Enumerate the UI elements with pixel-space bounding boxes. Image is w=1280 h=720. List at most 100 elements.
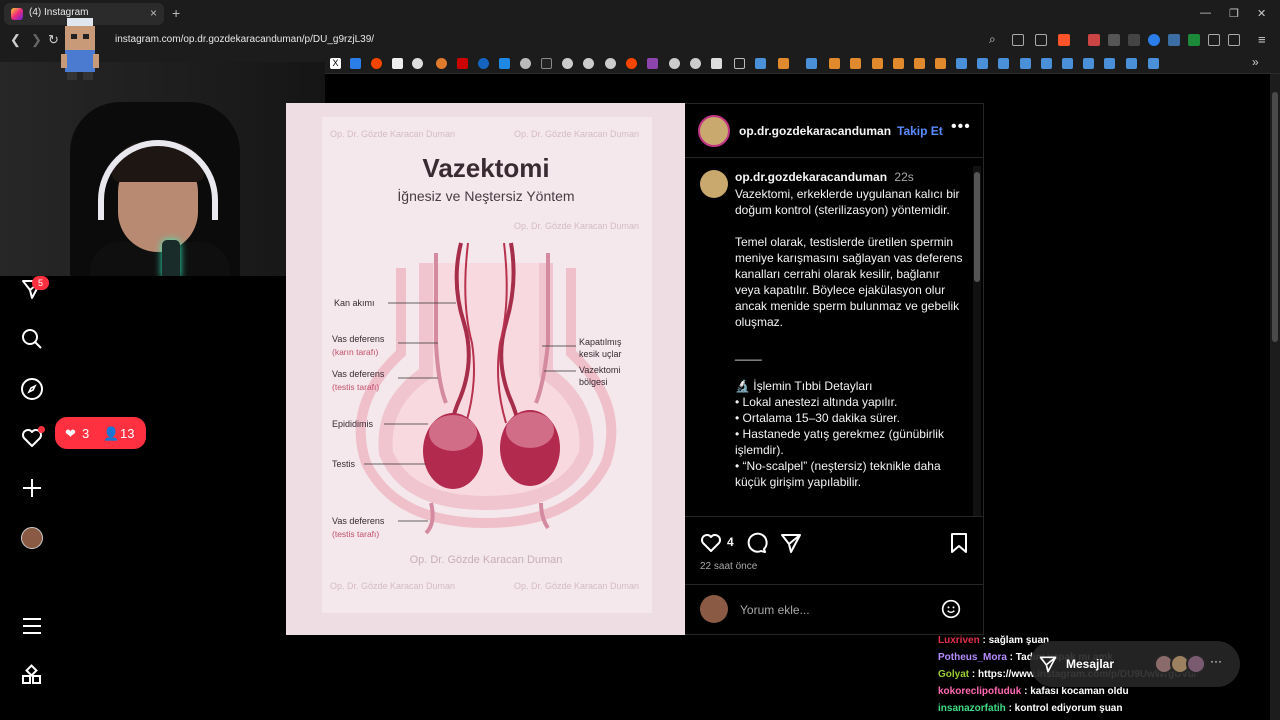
like-count[interactable]: 4 (727, 535, 734, 549)
author-avatar[interactable] (698, 115, 730, 147)
zoom-icon[interactable]: ⌕ (989, 32, 996, 47)
bookmark-icon[interactable] (647, 58, 658, 69)
bookmark-icon[interactable] (436, 58, 447, 69)
comment-icon[interactable] (744, 531, 768, 555)
activity-notification-pill[interactable]: ❤ 3 👤 13 (55, 417, 146, 449)
search-icon[interactable] (20, 327, 44, 351)
label-kesik-uclar: kesik uçlar (579, 349, 622, 359)
bookmark-icon[interactable] (605, 58, 616, 69)
caption-username[interactable]: op.dr.gozdekaracanduman (735, 170, 887, 184)
vasectomy-infographic: Op. Dr. Gözde Karacan Duman Op. Dr. Gözd… (286, 103, 685, 635)
bookmark-icon[interactable] (499, 58, 510, 69)
bookmark-icon[interactable] (626, 58, 637, 69)
author-username[interactable]: op.dr.gozdekaracanduman (739, 124, 891, 138)
share-icon[interactable] (779, 531, 803, 555)
bookmark-steam-icon[interactable] (1083, 58, 1094, 69)
page-scrollbar[interactable] (1270, 74, 1280, 720)
back-icon[interactable]: ❮ (10, 32, 21, 48)
bookmark-icon[interactable] (690, 58, 701, 69)
post-image[interactable]: Op. Dr. Gözde Karacan Duman Op. Dr. Gözd… (286, 103, 685, 635)
forward-icon[interactable]: ❯ (31, 32, 42, 48)
bookmark-steam-icon[interactable] (1020, 58, 1031, 69)
bookmark-steam-icon[interactable] (956, 58, 967, 69)
emoji-icon[interactable] (941, 599, 961, 619)
brave-shield-icon[interactable] (1058, 34, 1070, 46)
bookmark-icon[interactable] (541, 58, 552, 69)
comment-input[interactable]: Yorum ekle... (740, 603, 810, 617)
extension-icon[interactable] (1088, 34, 1100, 46)
extension-icon[interactable] (1188, 34, 1200, 46)
bookmark-icon[interactable] (669, 58, 680, 69)
bookmark-steam-icon[interactable] (755, 58, 766, 69)
minimize-icon[interactable]: — (1200, 7, 1211, 19)
bookmark-icon[interactable] (850, 58, 861, 69)
watermark: Op. Dr. Gözde Karacan Duman (514, 221, 639, 231)
post-caption: Vazektomi, erkeklerde uygulanan kalıcı b… (735, 186, 965, 490)
bookmark-icon[interactable] (457, 58, 468, 69)
close-tab-icon[interactable]: × (150, 6, 157, 20)
bookmark-icon[interactable] (562, 58, 573, 69)
bookmark-steam-icon[interactable] (1041, 58, 1052, 69)
plus-icon[interactable] (20, 476, 44, 500)
bookmark-icon[interactable] (412, 58, 423, 69)
bookmark-steam-icon[interactable] (1126, 58, 1137, 69)
bookmark-icon[interactable] (935, 58, 946, 69)
microphone-icon (162, 240, 180, 276)
bookmark-icon[interactable] (829, 58, 840, 69)
label-vas-testis: Vas deferens (332, 369, 385, 379)
explore-icon[interactable] (20, 377, 44, 401)
browser-menu-icon[interactable]: ≡ (1258, 32, 1266, 47)
person-icon: 👤 (103, 426, 120, 441)
extension-icon[interactable] (1148, 34, 1160, 46)
bookmark-icon[interactable] (778, 58, 789, 69)
profile-avatar[interactable] (21, 527, 43, 549)
extension-icon[interactable] (1128, 34, 1140, 46)
url-field[interactable]: instagram.com/op.dr.gozdekaracanduman/p/… (115, 34, 374, 45)
new-tab-icon[interactable]: + (172, 5, 180, 21)
restore-icon[interactable]: ❐ (1229, 7, 1239, 20)
share-page-icon[interactable] (1035, 34, 1047, 46)
bookmark-icon[interactable] (350, 58, 361, 69)
extensions-puzzle-icon[interactable] (1208, 34, 1220, 46)
window-close-icon[interactable]: ✕ (1257, 7, 1266, 20)
chat-username: kokoreclipofuduk (938, 686, 1022, 697)
bookmark-icon[interactable] (947, 531, 971, 555)
more-icon[interactable]: ••• (951, 118, 971, 136)
bookmark-x-icon[interactable]: X (330, 58, 341, 69)
bookmark-icon[interactable] (520, 58, 531, 69)
bookmark-steam-icon[interactable] (977, 58, 988, 69)
extension-icon[interactable] (1108, 34, 1120, 46)
follow-button[interactable]: Takip Et (897, 124, 943, 138)
label-vas-bottom-sub: (testis tarafı) (332, 529, 379, 539)
sidebar-toggle-icon[interactable] (1228, 34, 1240, 46)
caption-avatar[interactable] (700, 170, 728, 198)
post-header: op.dr.gozdekaracanduman Takip Et ••• (685, 104, 984, 158)
bookmark-folder-icon[interactable] (734, 58, 745, 69)
apps-icon[interactable] (20, 664, 44, 688)
label-vas-karin-sub: (karın tarafı) (332, 347, 378, 357)
chat-username: Golyat (938, 669, 970, 680)
caption-scrollbar[interactable] (973, 166, 981, 516)
notifications-badge: 5 (32, 276, 49, 290)
bookmark-steam-icon[interactable] (1148, 58, 1159, 69)
bookmark-icon[interactable] (478, 58, 489, 69)
bookmark-icon[interactable] (583, 58, 594, 69)
bookmark-icon[interactable] (893, 58, 904, 69)
bookmark-icon[interactable] (914, 58, 925, 69)
bookmark-icon[interactable] (872, 58, 883, 69)
caption-text: Vazektomi, erkeklerde uygulanan kalıcı b… (735, 187, 963, 489)
bookmark-icon[interactable] (392, 58, 403, 69)
extension-icon[interactable] (1168, 34, 1180, 46)
activity-follows-count: 13 (120, 426, 135, 441)
menu-icon[interactable] (20, 614, 44, 638)
like-heart-icon[interactable] (699, 531, 723, 555)
messages-button[interactable]: Mesajlar ··· (1030, 641, 1240, 687)
bookmark-steam-icon[interactable] (1104, 58, 1115, 69)
more-bookmarks-icon[interactable]: » (1252, 55, 1259, 69)
bookmark-reddit-icon[interactable] (371, 58, 382, 69)
bookmark-steam-icon[interactable] (1062, 58, 1073, 69)
bookmark-steam-icon[interactable] (806, 58, 817, 69)
cast-icon[interactable] (1012, 34, 1024, 46)
bookmark-icon[interactable] (711, 58, 722, 69)
bookmark-steam-icon[interactable] (998, 58, 1009, 69)
